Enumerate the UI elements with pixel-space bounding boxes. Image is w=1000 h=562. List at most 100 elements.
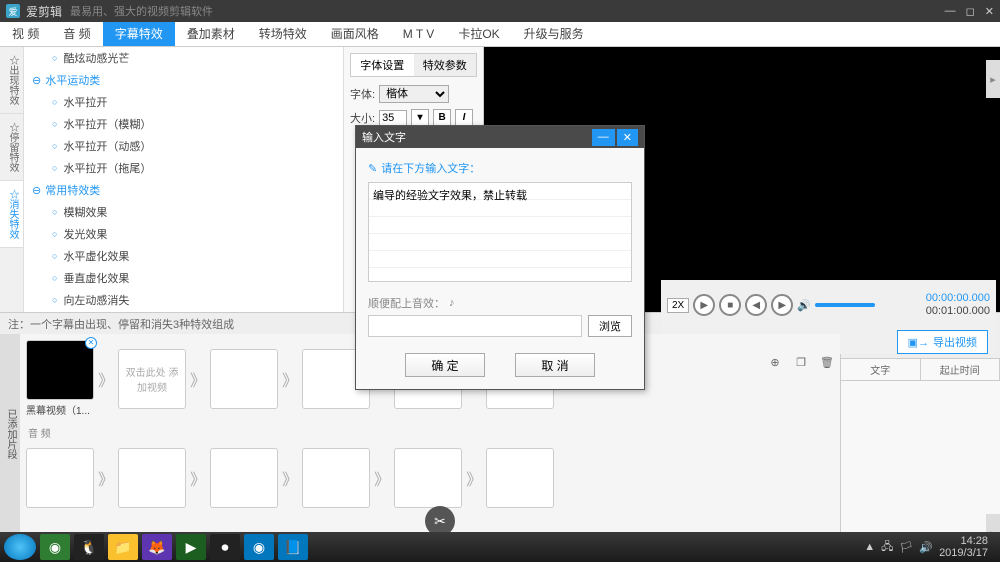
app-name: 爱剪辑 bbox=[26, 3, 62, 20]
minimize-button[interactable]: — bbox=[945, 5, 956, 18]
taskbar-icon[interactable]: ▶ bbox=[176, 534, 206, 560]
tab-style[interactable]: 画面风格 bbox=[319, 22, 391, 46]
dialog-close[interactable]: ✕ bbox=[617, 129, 638, 146]
font-select[interactable]: 楷体 bbox=[379, 85, 449, 103]
effect-item[interactable]: 水平拉开（模糊） bbox=[24, 113, 343, 135]
audio-clip-placeholder[interactable] bbox=[210, 448, 278, 508]
size-input[interactable] bbox=[379, 110, 407, 126]
audio-clip-placeholder[interactable] bbox=[302, 448, 370, 508]
arrow-icon: 》 bbox=[282, 367, 298, 391]
volume-icon[interactable]: 🔊 bbox=[797, 299, 811, 312]
next-button[interactable]: ▶ bbox=[771, 294, 793, 316]
tray-icon[interactable]: 🖧 bbox=[881, 538, 893, 557]
effect-item[interactable]: 垂直虚化效果 bbox=[24, 267, 343, 289]
export-button[interactable]: ▣→ 导出视频 bbox=[897, 330, 988, 354]
tray-volume-icon[interactable]: 🔊 bbox=[919, 541, 933, 554]
effect-category[interactable]: 水平运动类 bbox=[24, 69, 343, 91]
taskbar-icon[interactable]: ⏺ bbox=[210, 534, 240, 560]
audio-path-input[interactable] bbox=[368, 315, 582, 337]
effect-item[interactable]: 水平拉开（动感） bbox=[24, 135, 343, 157]
dialog-title: 输入文字 bbox=[362, 129, 406, 145]
input-text-dialog: 输入文字 — ✕ ✎ 请在下方输入文字： 编导的经验文字效果，禁止转载 顺便配上… bbox=[355, 125, 645, 390]
audio-clip-placeholder[interactable] bbox=[26, 448, 94, 508]
font-tab-font[interactable]: 字体设置 bbox=[351, 54, 414, 76]
tab-audio[interactable]: 音 频 bbox=[51, 22, 102, 46]
dialog-minimize[interactable]: — bbox=[592, 129, 615, 146]
sidebar-stay[interactable]: ☆停留特效 bbox=[0, 114, 23, 181]
titlebar: 爱 爱剪辑 最易用、强大的视频剪辑软件 — ◻ ✕ bbox=[0, 0, 1000, 22]
close-button[interactable]: ✕ bbox=[985, 5, 994, 18]
taskbar-icon[interactable]: ◉ bbox=[244, 534, 274, 560]
effect-type-sidebar: ☆出现特效 ☆停留特效 ☆消失特效 bbox=[0, 47, 24, 312]
app-subtitle: 最易用、强大的视频剪辑软件 bbox=[70, 3, 213, 19]
export-icon: ▣→ bbox=[908, 336, 929, 349]
start-button[interactable] bbox=[4, 534, 36, 560]
copy-icon[interactable]: ❐ bbox=[792, 356, 810, 374]
stop-button[interactable]: ■ bbox=[719, 294, 741, 316]
effect-category[interactable]: 常用特效类 bbox=[24, 179, 343, 201]
tab-subtitle-effects[interactable]: 字幕特效 bbox=[103, 22, 175, 46]
taskbar-icon[interactable]: 🐧 bbox=[74, 534, 104, 560]
dialog-prompt: 请在下方输入文字： bbox=[381, 160, 480, 176]
taskbar-icon[interactable]: 📁 bbox=[108, 534, 138, 560]
audio-clip-placeholder[interactable] bbox=[118, 448, 186, 508]
effect-item[interactable]: 向左动感消失 bbox=[24, 289, 343, 311]
taskbar-icon[interactable]: ◉ bbox=[40, 534, 70, 560]
video-clip[interactable]: ✕ bbox=[26, 340, 94, 400]
sidebar-appear[interactable]: ☆出现特效 bbox=[0, 47, 23, 114]
timeline-sidebar-label: 已添加片段 bbox=[0, 334, 20, 534]
taskbar-clock[interactable]: 14:28 2019/3/17 bbox=[939, 535, 988, 559]
speed-selector[interactable]: 2X bbox=[667, 298, 689, 313]
size-label: 大小: bbox=[350, 110, 375, 126]
tab-video[interactable]: 视 频 bbox=[0, 22, 51, 46]
main-tabs: 视 频 音 频 字幕特效 叠加素材 转场特效 画面风格 M T V 卡拉OK 升… bbox=[0, 22, 1000, 47]
taskbar-icon[interactable]: 🦊 bbox=[142, 534, 172, 560]
delete-icon[interactable]: 🗑 bbox=[818, 356, 836, 374]
audio-clip-placeholder[interactable] bbox=[394, 448, 462, 508]
timecode-total: 00:01:00.000 bbox=[926, 305, 990, 318]
taskbar: ◉ 🐧 📁 🦊 ▶ ⏺ ◉ 📘 ▲ 🖧 🏳 🔊 14:28 2019/3/17 bbox=[0, 532, 1000, 562]
font-label: 字体: bbox=[350, 86, 375, 102]
volume-slider[interactable] bbox=[815, 303, 875, 307]
edit-icon: ✎ bbox=[368, 162, 377, 175]
effect-item[interactable]: 水平拉开（拖尾） bbox=[24, 157, 343, 179]
ok-button[interactable]: 确 定 bbox=[405, 353, 485, 377]
audio-clip-placeholder[interactable] bbox=[486, 448, 554, 508]
effect-list[interactable]: 酷炫动感光芒 水平运动类 水平拉开 水平拉开（模糊） 水平拉开（动感） 水平拉开… bbox=[24, 47, 344, 312]
effect-item[interactable]: 模糊效果 bbox=[24, 201, 343, 223]
effect-item[interactable]: 酷炫动感光芒 bbox=[24, 47, 343, 69]
effect-item[interactable]: 发光效果 bbox=[24, 223, 343, 245]
add-icon[interactable]: ⊕ bbox=[766, 356, 784, 374]
sidebar-disappear[interactable]: ☆消失特效 bbox=[0, 181, 23, 248]
tab-overlay[interactable]: 叠加素材 bbox=[175, 22, 247, 46]
subtitle-list-panel: ⊕ ❐ 🗑 所有字幕特效： 文字 起止时间 ▸ ▸ bbox=[840, 334, 1000, 534]
text-input[interactable]: 编导的经验文字效果，禁止转载 bbox=[368, 182, 632, 282]
taskbar-icon[interactable]: 📘 bbox=[278, 534, 308, 560]
clip-placeholder[interactable] bbox=[210, 349, 278, 409]
tray-icon[interactable]: 🏳 bbox=[899, 541, 913, 554]
tray-icon[interactable]: ▲ bbox=[864, 541, 875, 553]
tab-transition[interactable]: 转场特效 bbox=[247, 22, 319, 46]
col-text[interactable]: 文字 bbox=[841, 359, 921, 380]
clip-close-icon[interactable]: ✕ bbox=[85, 337, 97, 349]
font-tab-params[interactable]: 特效参数 bbox=[414, 54, 477, 76]
scroll-right[interactable]: ▸ bbox=[986, 60, 1000, 98]
tab-karaoke[interactable]: 卡拉OK bbox=[446, 22, 511, 46]
effect-item[interactable]: 向右动感消失 bbox=[24, 311, 343, 312]
effect-item[interactable]: 水平虚化效果 bbox=[24, 245, 343, 267]
play-button[interactable]: ▶ bbox=[693, 294, 715, 316]
audio-track-label: 音 频 bbox=[20, 423, 840, 442]
tab-upgrade[interactable]: 升级与服务 bbox=[512, 22, 596, 46]
maximize-button[interactable]: ◻ bbox=[966, 5, 975, 18]
effect-item[interactable]: 水平拉开 bbox=[24, 91, 343, 113]
col-time[interactable]: 起止时间 bbox=[921, 359, 1000, 380]
tab-mtv[interactable]: M T V bbox=[391, 22, 447, 46]
audio-section-label: 顺便配上音效： bbox=[368, 295, 445, 311]
cancel-button[interactable]: 取 消 bbox=[515, 353, 595, 377]
timecode-current: 00:00:00.000 bbox=[926, 292, 990, 305]
browse-button[interactable]: 浏览 bbox=[588, 315, 632, 337]
app-logo: 爱 bbox=[6, 4, 20, 18]
clip-placeholder[interactable]: 双击此处 添加视频 bbox=[118, 349, 186, 409]
cut-button[interactable]: ✂ bbox=[425, 506, 455, 534]
prev-button[interactable]: ◀ bbox=[745, 294, 767, 316]
